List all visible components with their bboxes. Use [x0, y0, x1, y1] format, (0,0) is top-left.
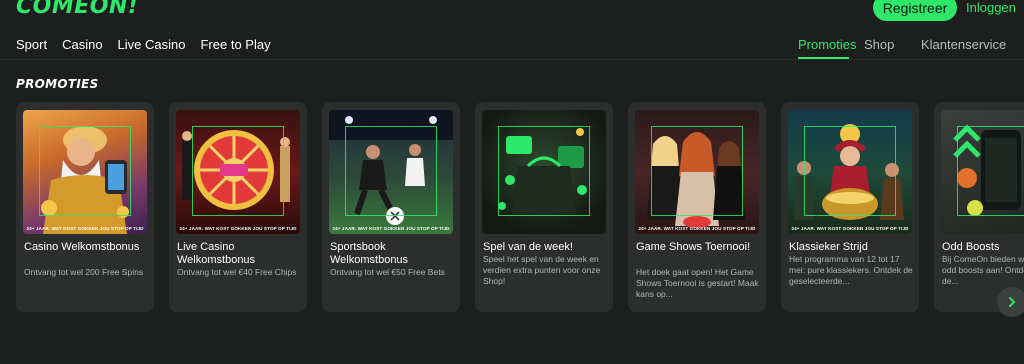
card-title: Odd Boosts: [942, 241, 1000, 253]
main-nav: Sport Casino Live Casino Free to Play: [16, 37, 286, 52]
image-disclaimer: 24+ JAAR. WAT KOST GOKKEN JOU STOP OP TI…: [791, 226, 909, 231]
image-frame: [651, 126, 743, 216]
card-subtitle: Ontvang tot wel 200 Free Spins: [24, 267, 144, 277]
image-frame: [39, 126, 131, 216]
image-frame: [192, 126, 284, 216]
promo-image-gift-bag[interactable]: [482, 110, 606, 234]
promo-image-zeus[interactable]: 24+ JAAR. WAT KOST GOKKEN JOU STOP OP TI…: [23, 110, 147, 234]
login-link[interactable]: Inloggen: [966, 0, 1016, 15]
card-subtitle: Bij ComeOn bieden we de beste odd boosts…: [942, 254, 1024, 286]
comeon-logo[interactable]: COMEON!: [16, 0, 138, 19]
nav-free-to-play[interactable]: Free to Play: [200, 37, 270, 52]
promo-image-game-shows[interactable]: 24+ JAAR. WAT KOST GOKKEN JOU STOP OP TI…: [635, 110, 759, 234]
promo-card[interactable]: 24+ JAAR. WAT KOST GOKKEN JOU STOP OP TI…: [16, 102, 154, 312]
promo-card[interactable]: 24+ JAAR. WAT KOST GOKKEN JOU STOP OP TI…: [781, 102, 919, 312]
nav-sport[interactable]: Sport: [16, 37, 47, 52]
card-subtitle: Speel het spel van de week en verdien ex…: [483, 254, 601, 286]
nav-divider: [0, 59, 1024, 60]
card-subtitle: Het programma van 12 tot 17 mei: pure kl…: [789, 254, 913, 286]
promo-image-odd-boosts[interactable]: [941, 110, 1024, 234]
image-disclaimer: 24+ JAAR. WAT KOST GOKKEN JOU STOP OP TI…: [332, 226, 450, 231]
promo-card[interactable]: Odd Boosts Bij ComeOn bieden we de beste…: [934, 102, 1024, 312]
card-title: Sportsbook Welkomstbonus: [330, 241, 409, 266]
promo-card[interactable]: 24+ JAAR. WAT KOST GOKKEN JOU STOP OP TI…: [169, 102, 307, 312]
card-title: Spel van de week!: [483, 241, 573, 253]
chevron-right-icon: [1009, 297, 1016, 307]
top-bar: COMEON! Registreer Inloggen Sport Casino…: [0, 0, 1024, 60]
carousel-next-button[interactable]: [997, 287, 1024, 317]
image-disclaimer: 24+ JAAR. WAT KOST GOKKEN JOU STOP OP TI…: [26, 226, 144, 231]
promo-image-crazy-time[interactable]: 24+ JAAR. WAT KOST GOKKEN JOU STOP OP TI…: [176, 110, 300, 234]
card-title: Klassieker Strijd: [789, 241, 868, 253]
nav-live-casino[interactable]: Live Casino: [118, 37, 186, 52]
card-subtitle: Ontvang tot wel €50 Free Bets: [330, 267, 445, 277]
image-disclaimer: 24+ JAAR. WAT KOST GOKKEN JOU STOP OP TI…: [638, 226, 756, 231]
card-title: Casino Welkomstbonus: [24, 241, 140, 253]
promo-card[interactable]: 24+ JAAR. WAT KOST GOKKEN JOU STOP OP TI…: [628, 102, 766, 312]
promo-card[interactable]: Spel van de week! Speel het spel van de …: [475, 102, 613, 312]
card-subtitle: Ontvang tot wel €40 Free Chips: [177, 267, 297, 277]
card-title: Game Shows Toernooi!: [636, 241, 751, 253]
nav-klantenservice[interactable]: Klantenservice: [921, 37, 1006, 52]
image-disclaimer: 24+ JAAR. WAT KOST GOKKEN JOU STOP OP TI…: [179, 226, 297, 231]
image-frame: [345, 126, 437, 216]
image-frame: [804, 126, 896, 216]
register-button[interactable]: Registreer: [873, 0, 957, 21]
nav-shop[interactable]: Shop: [864, 37, 894, 52]
promo-image-football[interactable]: 24+ JAAR. WAT KOST GOKKEN JOU STOP OP TI…: [329, 110, 453, 234]
image-frame: [957, 126, 1024, 216]
promo-image-classic-slots[interactable]: 24+ JAAR. WAT KOST GOKKEN JOU STOP OP TI…: [788, 110, 912, 234]
image-frame: [498, 126, 590, 216]
promo-card[interactable]: 24+ JAAR. WAT KOST GOKKEN JOU STOP OP TI…: [322, 102, 460, 312]
section-title: PROMOTIES: [16, 77, 99, 91]
nav-promoties[interactable]: Promoties: [798, 37, 857, 52]
card-subtitle: Het doek gaat open! Het Game Shows Toern…: [636, 267, 759, 299]
card-title: Live Casino Welkomstbonus: [177, 241, 256, 266]
nav-casino[interactable]: Casino: [62, 37, 102, 52]
promotion-carousel: 24+ JAAR. WAT KOST GOKKEN JOU STOP OP TI…: [16, 102, 1024, 312]
